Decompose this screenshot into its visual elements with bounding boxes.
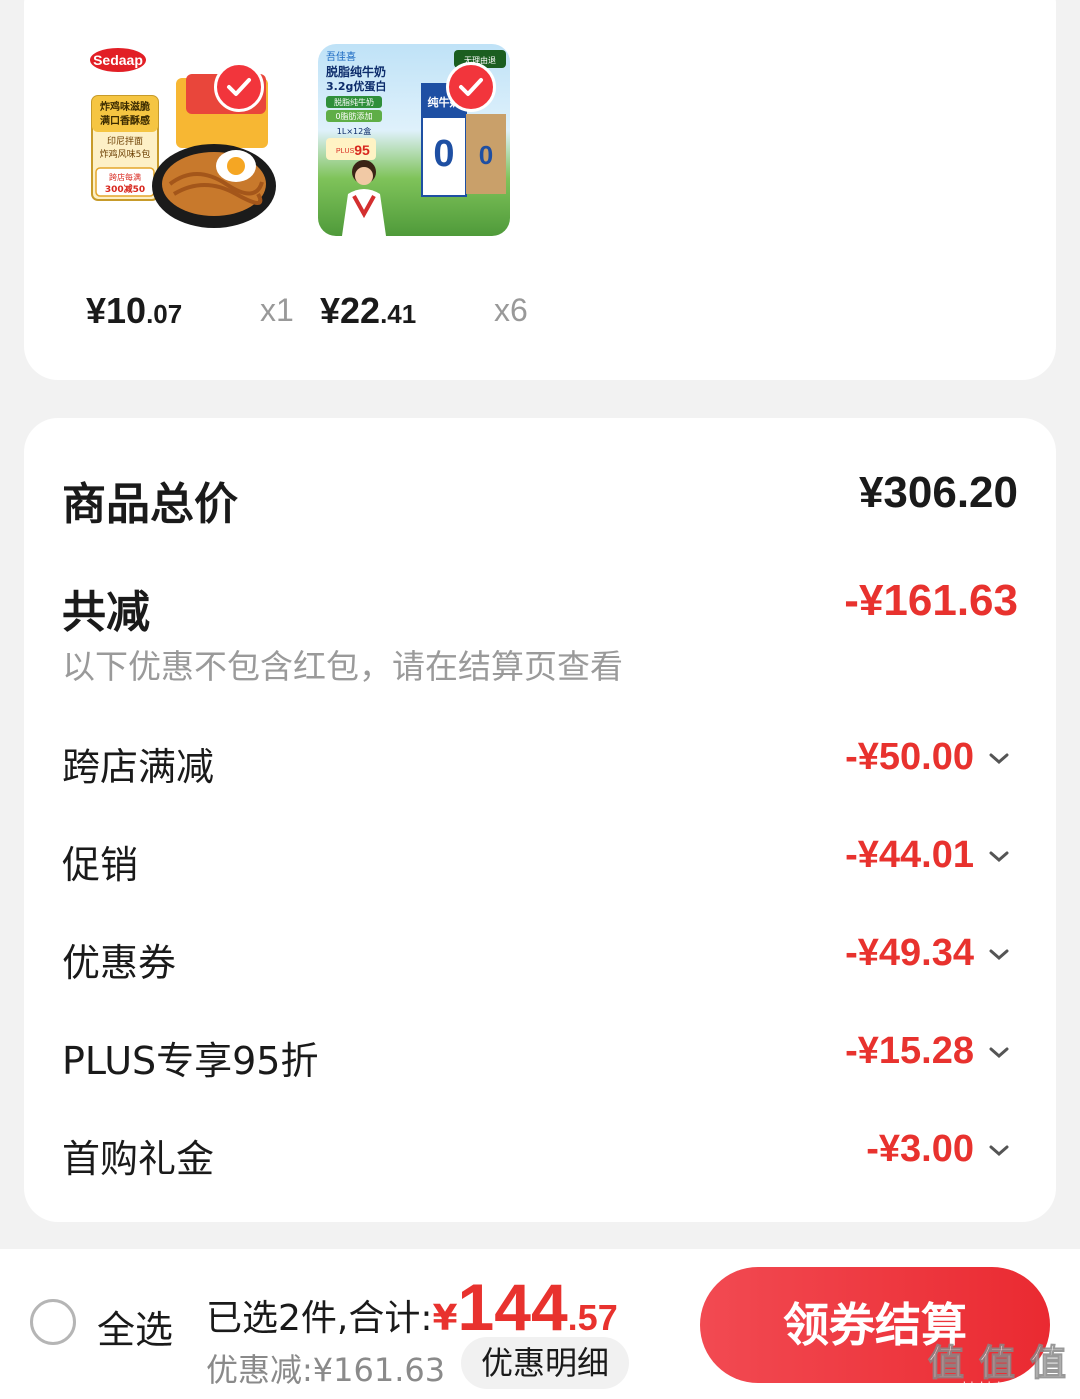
svg-text:95: 95 <box>354 142 370 158</box>
svg-text:1L×12盒: 1L×12盒 <box>337 126 371 136</box>
svg-text:印尼拌面: 印尼拌面 <box>107 135 143 147</box>
discount-value: -¥49.34 <box>845 932 974 974</box>
svg-text:值: 值 <box>1030 1343 1066 1384</box>
svg-text:满口香酥感: 满口香酥感 <box>100 114 150 127</box>
svg-text:3.2g优蛋白: 3.2g优蛋白 <box>326 79 386 93</box>
svg-text:300减50: 300减50 <box>105 183 145 195</box>
discount-row-cross-store[interactable]: 跨店满减 -¥50.00 <box>62 736 1018 792</box>
total-integer: 144 <box>457 1270 568 1344</box>
discount-row-coupon[interactable]: 优惠券 -¥49.34 <box>62 932 1018 988</box>
select-all-label[interactable]: 全选 <box>97 1299 173 1354</box>
price-summary-card: 商品总价 ¥306.20 共减 -¥161.63 以下优惠不包含红包，请在结算页… <box>24 418 1056 1222</box>
chevron-down-icon[interactable] <box>988 1144 1010 1158</box>
product-quantity: x6 <box>494 292 528 328</box>
product-price: ¥22 .41 <box>320 290 416 332</box>
watermark-logo: 值 值 值 zhizhizhi.com <box>927 1343 1066 1395</box>
discount-label: 首购礼金 <box>62 1137 215 1181</box>
discount-label: PLUS专享95折 <box>62 1039 319 1083</box>
selected-total: 已选2件,合计: ¥ 144 .57 <box>206 1269 618 1345</box>
checkout-bar: 全选 已选2件,合计: ¥ 144 .57 优惠减:¥161.63 优惠明细 领… <box>0 1249 1080 1399</box>
selected-count-label: 已选2件,合计: <box>206 1298 433 1339</box>
svg-text:跨店每满: 跨店每满 <box>109 172 141 182</box>
total-reduction-label: 共减 <box>62 587 150 638</box>
svg-text:值: 值 <box>979 1343 1015 1384</box>
saved-amount: 优惠减:¥161.63 <box>206 1351 446 1389</box>
product-thumbnail[interactable]: 吾佳喜 脱脂纯牛奶 3.2g优蛋白 脱脂纯牛奶 0脂肪添加 1L×12盒 PLU… <box>318 44 510 236</box>
total-reduction-value: -¥161.63 <box>844 576 1018 625</box>
svg-text:炸鸡风味5包: 炸鸡风味5包 <box>100 148 151 160</box>
svg-text:0: 0 <box>479 140 493 170</box>
discount-row-promotion[interactable]: 促销 -¥44.01 <box>62 834 1018 890</box>
discount-value: -¥50.00 <box>845 736 974 778</box>
total-currency: ¥ <box>432 1298 458 1339</box>
svg-text:吾佳喜: 吾佳喜 <box>326 50 356 63</box>
total-decimal: .57 <box>567 1297 618 1338</box>
svg-text:PLUS: PLUS <box>336 148 355 155</box>
goods-total-label: 商品总价 <box>62 479 238 530</box>
goods-total-value: ¥306.20 <box>858 468 1018 517</box>
discount-note: 以下优惠不包含红包，请在结算页查看 <box>62 647 623 686</box>
discount-label: 跨店满减 <box>62 745 215 789</box>
product-quantity: x1 <box>260 292 294 328</box>
goods-total-row: 商品总价 ¥306.20 <box>62 468 1018 530</box>
svg-text:0: 0 <box>433 133 454 175</box>
selected-check-icon[interactable] <box>214 62 264 112</box>
discount-detail-button[interactable]: 优惠明细 <box>461 1337 630 1389</box>
chevron-down-icon[interactable] <box>988 850 1010 864</box>
svg-text:值: 值 <box>928 1343 964 1384</box>
discount-label: 优惠券 <box>62 941 177 985</box>
price-decimal: .41 <box>380 299 417 329</box>
svg-text:炸鸡味滋脆: 炸鸡味滋脆 <box>100 100 150 113</box>
chevron-down-icon[interactable] <box>988 752 1010 766</box>
chevron-down-icon[interactable] <box>988 1046 1010 1060</box>
discount-row-first-purchase[interactable]: 首购礼金 -¥3.00 <box>62 1128 1018 1184</box>
product-thumbnail[interactable]: Sedaap 炸鸡味滋脆 满口香酥感 印尼拌面 炸鸡风味5包 跨店每满 300减… <box>86 44 278 236</box>
selected-products-card: Sedaap 炸鸡味滋脆 满口香酥感 印尼拌面 炸鸡风味5包 跨店每满 300减… <box>24 0 1056 380</box>
discount-value: -¥44.01 <box>845 834 974 876</box>
selected-check-icon[interactable] <box>446 62 496 112</box>
price-decimal: .07 <box>146 299 183 329</box>
discount-row-plus[interactable]: PLUS专享95折 -¥15.28 <box>62 1030 1018 1086</box>
discount-value: -¥15.28 <box>845 1030 974 1072</box>
svg-text:zhizhizhi.com: zhizhizhi.com <box>956 1380 1037 1394</box>
chevron-down-icon[interactable] <box>988 948 1010 962</box>
cart-page: Sedaap 炸鸡味滋脆 满口香酥感 印尼拌面 炸鸡风味5包 跨店每满 300减… <box>0 0 1080 1399</box>
total-reduction-row: 共减 -¥161.63 <box>62 576 1018 638</box>
product-price: ¥10 .07 <box>86 290 182 332</box>
svg-text:脱脂纯牛奶: 脱脂纯牛奶 <box>334 97 374 107</box>
discount-value: -¥3.00 <box>866 1128 974 1170</box>
price-integer: ¥22 <box>320 290 381 331</box>
select-all-radio[interactable] <box>30 1299 76 1345</box>
svg-text:脱脂纯牛奶: 脱脂纯牛奶 <box>326 64 386 79</box>
discount-label: 促销 <box>62 843 139 887</box>
svg-text:0脂肪添加: 0脂肪添加 <box>335 111 372 121</box>
brand-logo-text: Sedaap <box>93 52 143 68</box>
price-integer: ¥10 <box>86 290 147 331</box>
